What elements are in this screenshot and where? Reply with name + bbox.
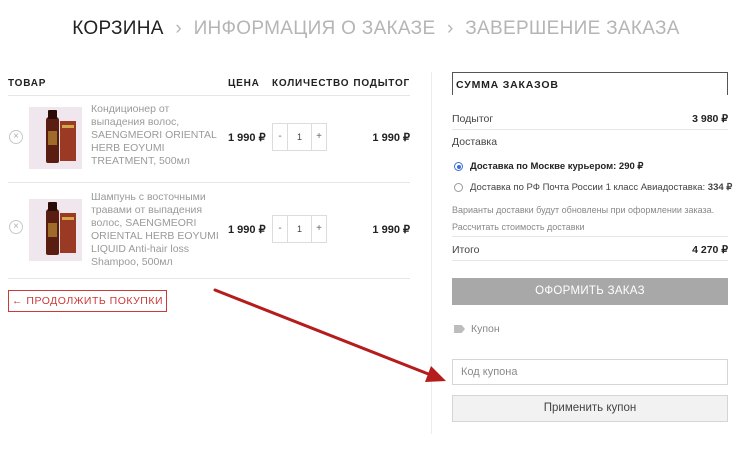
- product-name[interactable]: Шампунь с восточными травами от выпадени…: [91, 191, 219, 269]
- product-bottle-cap: [48, 202, 57, 211]
- total-value: 4 270 ₽: [692, 244, 728, 256]
- product-image[interactable]: [29, 199, 82, 261]
- quantity-input[interactable]: 1: [287, 124, 312, 150]
- coupon-label: Купон: [471, 323, 500, 335]
- arrow-shaft: [213, 288, 438, 379]
- breadcrumb-cart[interactable]: КОРЗИНА: [72, 18, 164, 39]
- arrow-head: [425, 366, 446, 382]
- shipping-option-label: Доставка по РФ Почта России 1 класс Авиа…: [470, 182, 706, 193]
- continue-shopping-button[interactable]: ← ПРОДОЛЖИТЬ ПОКУПКИ: [8, 290, 167, 312]
- cart-header: ТОВАР ЦЕНА КОЛИЧЕСТВО ПОДЫТОГ: [8, 72, 410, 96]
- delivery-label: Доставка: [452, 136, 498, 148]
- shipping-option-price: 290 ₽: [618, 161, 644, 172]
- breadcrumb-order-complete: ЗАВЕРШЕНИЕ ЗАКАЗА: [465, 18, 680, 39]
- totals-title: СУММА ЗАКАЗОВ: [452, 72, 728, 95]
- divider: [452, 260, 728, 261]
- cart-row: × Шампунь с восточными травами от выпаде…: [8, 183, 410, 279]
- header-quantity: КОЛИЧЕСТВО: [272, 78, 350, 89]
- total-label: Итого: [452, 244, 480, 256]
- breadcrumb: КОРЗИНА › ИНФОРМАЦИЯ О ЗАКАЗЕ › ЗАВЕРШЕН…: [0, 18, 752, 40]
- product-name[interactable]: Кондиционер от выпадения волос, SAENGMEO…: [91, 103, 219, 168]
- apply-coupon-button[interactable]: Применить купон: [452, 395, 728, 422]
- checkout-button[interactable]: ОФОРМИТЬ ЗАКАЗ: [452, 278, 728, 305]
- product-bottle-label: [48, 131, 57, 145]
- header-subtotal: ПОДЫТОГ: [353, 78, 410, 89]
- product-bottle-label: [48, 223, 57, 237]
- product-box-stripe: [62, 125, 74, 128]
- divider: [452, 129, 728, 130]
- breadcrumb-separator: ›: [447, 18, 454, 39]
- shipping-option-russia-post[interactable]: Доставка по РФ Почта России 1 класс Авиа…: [470, 182, 732, 193]
- shipping-radio-russia-post[interactable]: [454, 183, 463, 192]
- column-divider: [431, 72, 432, 434]
- header-product: ТОВАР: [8, 78, 47, 89]
- product-bottle-cap: [48, 110, 57, 119]
- coupon-heading: Купон: [454, 323, 500, 335]
- product-price: 1 990 ₽: [228, 224, 266, 236]
- calculate-shipping-link[interactable]: Рассчитать стоимость доставки: [452, 222, 585, 232]
- shipping-radio-moscow[interactable]: [454, 162, 463, 171]
- quantity-stepper: - 1 +: [272, 215, 327, 243]
- subtotal-value: 3 980 ₽: [692, 113, 728, 125]
- divider: [452, 236, 728, 237]
- shipping-option-price: 334 ₽: [707, 182, 733, 193]
- order-totals: СУММА ЗАКАЗОВ Подытог 3 980 ₽ Доставка Д…: [452, 72, 732, 422]
- product-price: 1 990 ₽: [228, 132, 266, 144]
- coupon-code-input[interactable]: [452, 359, 728, 385]
- row-subtotal: 1 990 ₽: [372, 224, 410, 236]
- shipping-option-label: Доставка по Москве курьером:: [470, 161, 617, 172]
- product-image[interactable]: [29, 107, 82, 169]
- breadcrumb-order-info[interactable]: ИНФОРМАЦИЯ О ЗАКАЗЕ: [194, 18, 436, 39]
- quantity-plus-button[interactable]: +: [312, 216, 326, 242]
- breadcrumb-separator: ›: [175, 18, 182, 39]
- cart-table: ТОВАР ЦЕНА КОЛИЧЕСТВО ПОДЫТОГ × Кондицио…: [8, 72, 410, 279]
- tag-icon: [454, 325, 465, 333]
- shipping-option-moscow[interactable]: Доставка по Москве курьером: 290 ₽: [470, 161, 643, 172]
- remove-item-icon[interactable]: ×: [9, 220, 23, 234]
- quantity-input[interactable]: 1: [287, 216, 312, 242]
- quantity-minus-button[interactable]: -: [273, 216, 287, 242]
- row-subtotal: 1 990 ₽: [372, 132, 410, 144]
- remove-item-icon[interactable]: ×: [9, 130, 23, 144]
- quantity-minus-button[interactable]: -: [273, 124, 287, 150]
- subtotal-label: Подытог: [452, 113, 494, 125]
- cart-row: × Кондиционер от выпадения волос, SAENGM…: [8, 96, 410, 183]
- header-price: ЦЕНА: [228, 78, 260, 89]
- product-box-stripe: [62, 217, 74, 220]
- quantity-stepper: - 1 +: [272, 123, 327, 151]
- quantity-plus-button[interactable]: +: [312, 124, 326, 150]
- shipping-note: Варианты доставки будут обновлены при оф…: [452, 205, 715, 215]
